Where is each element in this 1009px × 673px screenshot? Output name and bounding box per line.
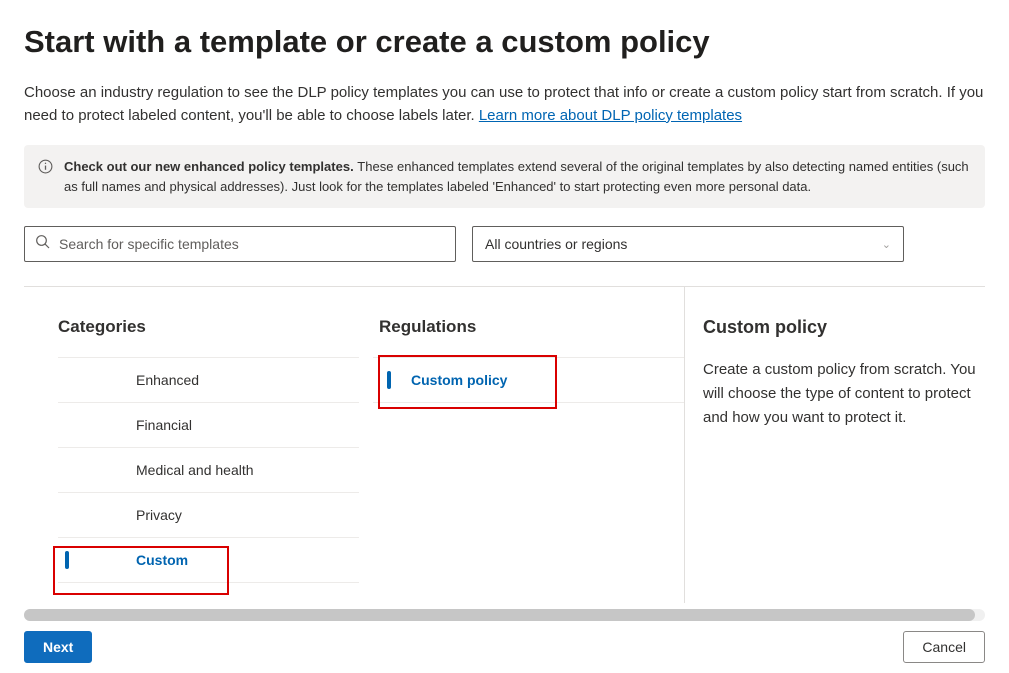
region-dropdown[interactable]: All countries or regions ⌄ (472, 226, 904, 262)
regulation-label: Custom policy (411, 372, 507, 388)
category-enhanced[interactable]: Enhanced (58, 357, 359, 402)
chevron-down-icon: ⌄ (882, 238, 891, 251)
details-title: Custom policy (703, 317, 981, 338)
details-text: Create a custom policy from scratch. You… (703, 358, 981, 430)
search-box[interactable] (24, 226, 456, 262)
accent-bar (387, 371, 391, 389)
categories-list: Enhanced Financial Medical and health Pr… (58, 357, 359, 583)
regulations-title: Regulations (379, 317, 684, 337)
page-title: Start with a template or create a custom… (24, 24, 985, 60)
page-description: Choose an industry regulation to see the… (24, 82, 985, 127)
info-banner: Check out our new enhanced policy templa… (24, 145, 985, 208)
learn-more-link[interactable]: Learn more about DLP policy templates (479, 107, 742, 124)
cancel-button[interactable]: Cancel (903, 631, 985, 663)
categories-title: Categories (58, 317, 359, 337)
region-dropdown-label: All countries or regions (485, 236, 627, 252)
next-button[interactable]: Next (24, 631, 92, 663)
regulation-custom-policy[interactable]: Custom policy (373, 357, 684, 403)
info-icon (38, 159, 53, 180)
regulations-column: Regulations Custom policy (359, 287, 685, 603)
category-custom-label: Custom (136, 552, 188, 568)
category-privacy[interactable]: Privacy (58, 492, 359, 537)
category-custom[interactable]: Custom (58, 537, 359, 583)
search-input[interactable] (59, 236, 445, 252)
search-icon (35, 234, 51, 255)
banner-strong: Check out our new enhanced policy templa… (64, 159, 357, 174)
details-column: Custom policy Create a custom policy fro… (685, 287, 985, 603)
category-financial[interactable]: Financial (58, 402, 359, 447)
regulations-list: Custom policy (373, 357, 684, 403)
categories-column: Categories Enhanced Financial Medical an… (24, 287, 359, 603)
accent-bar (65, 551, 69, 569)
category-medical[interactable]: Medical and health (58, 447, 359, 492)
footer: Next Cancel (0, 620, 1009, 673)
